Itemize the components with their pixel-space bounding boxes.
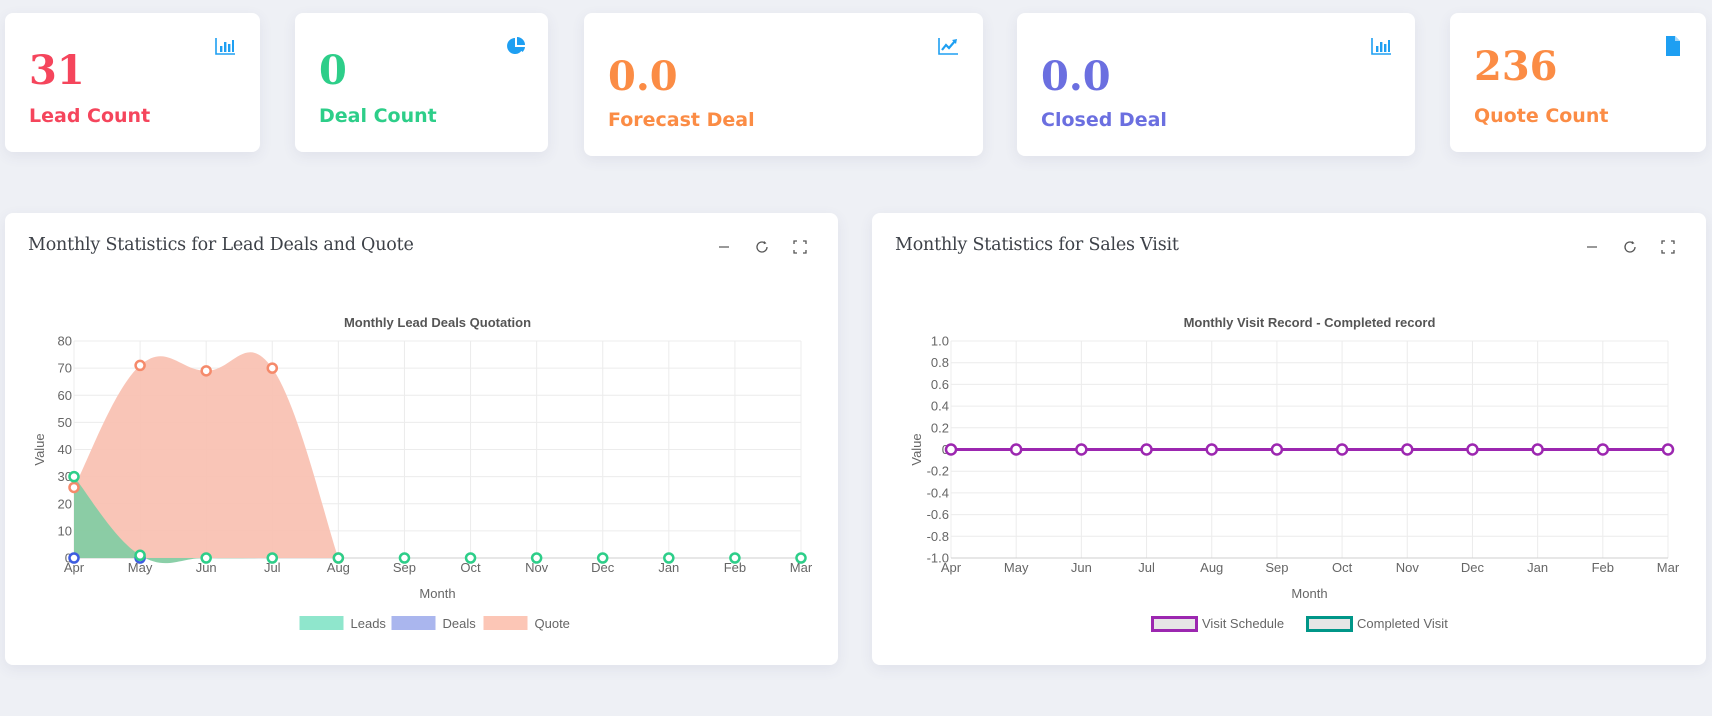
x-tick-label: Sep	[1265, 560, 1288, 575]
y-tick-label: 10	[58, 523, 72, 538]
data-point-leads	[530, 552, 543, 564]
x-tick-label: Nov	[1396, 560, 1420, 575]
y-tick-label: 0.2	[931, 420, 949, 435]
data-point-deals	[68, 552, 80, 564]
y-tick-label: -0.4	[927, 485, 949, 500]
stat-label: Lead Count	[29, 105, 151, 127]
line-chart-icon	[937, 35, 959, 57]
data-point-leads	[464, 552, 477, 564]
stat-value: 0.0	[608, 53, 678, 100]
stat-value: 236	[1474, 43, 1558, 90]
x-tick-label: Jun	[1071, 560, 1092, 575]
x-tick-label: Feb	[1592, 560, 1614, 575]
bar-chart-icon	[214, 35, 236, 57]
legend-label: Completed Visit	[1357, 616, 1448, 631]
panel-lead-deals-quote: Monthly Statistics for Lead Deals and Qu…	[5, 213, 838, 665]
stat-card-quote-count: 236 Quote Count	[1450, 13, 1706, 152]
data-point-visit	[1140, 443, 1153, 456]
stat-label: Quote Count	[1474, 105, 1609, 127]
pie-chart-icon	[505, 35, 527, 57]
stat-value: 0.0	[1041, 53, 1111, 100]
legend-swatch-leads	[299, 616, 344, 630]
y-tick-label: 0.4	[931, 399, 949, 414]
stat-value: 0	[319, 47, 347, 94]
x-tick-label: Dec	[1461, 560, 1485, 575]
data-point-leads	[68, 470, 80, 483]
stat-value: 31	[29, 47, 85, 94]
x-tick-label: Jul	[1138, 560, 1155, 575]
data-point-visit	[1270, 443, 1284, 456]
data-point-visit	[1075, 443, 1088, 456]
stat-card-forecast-deal: 0.0 Forecast Deal	[584, 13, 983, 156]
data-point-visit	[1466, 443, 1479, 456]
x-tick-label: Mar	[1657, 560, 1680, 575]
data-point-quote	[134, 359, 146, 372]
data-point-visit	[1531, 443, 1544, 456]
data-point-quote	[266, 362, 279, 374]
y-tick-label: 60	[58, 388, 72, 403]
legend-label: Deals	[443, 616, 477, 631]
stat-label: Closed Deal	[1041, 109, 1167, 131]
x-tick-label: May	[1004, 560, 1029, 575]
x-tick-label: Aug	[1200, 560, 1223, 575]
legend-swatch-deals	[391, 616, 436, 630]
y-tick-label: 0.8	[931, 355, 949, 370]
data-point-quote	[200, 365, 212, 377]
y-tick-label: -0.6	[927, 507, 949, 522]
stat-label: Forecast Deal	[608, 109, 755, 131]
data-point-visit	[1009, 443, 1023, 456]
legend-swatch-quote	[483, 616, 528, 630]
stat-card-closed-deal: 0.0 Closed Deal	[1017, 13, 1415, 156]
data-point-leads	[332, 552, 345, 564]
legend-swatch-visit-schedule	[1151, 616, 1198, 632]
file-icon	[1662, 35, 1684, 57]
stat-label: Deal Count	[319, 105, 437, 127]
bar-chart-icon	[1370, 35, 1392, 57]
sales-visit-chart: Monthly Visit Record - Completed record -…	[909, 315, 1680, 632]
x-tick-label: Jan	[1527, 560, 1548, 575]
x-axis-label: Month	[1291, 586, 1327, 601]
y-axis-label: Value	[909, 433, 924, 465]
chart-title: Monthly Visit Record - Completed record	[1184, 315, 1436, 330]
legend-label: Visit Schedule	[1202, 616, 1284, 631]
stat-card-lead-count: 31 Lead Count	[5, 13, 260, 152]
y-tick-label: 50	[58, 415, 72, 430]
data-point-leads	[729, 552, 741, 564]
y-tick-label: 40	[58, 442, 72, 457]
stat-card-deal-count: 0 Deal Count	[295, 13, 548, 152]
y-tick-label: -0.2	[927, 464, 949, 479]
data-point-visit	[1335, 443, 1349, 456]
legend-label: Quote	[535, 616, 570, 631]
data-point-visit	[1205, 443, 1218, 456]
x-tick-label: Oct	[1332, 560, 1353, 575]
data-point-leads	[134, 549, 146, 562]
legend-swatch-completed-visit	[1306, 616, 1353, 632]
lead-deals-quote-chart: Monthly Lead Deals Quotation010203040506…	[32, 315, 813, 631]
data-point-visit	[1596, 443, 1610, 456]
data-point-visit	[1661, 443, 1675, 456]
y-tick-label: 70	[58, 361, 72, 376]
y-tick-label: -0.8	[927, 529, 949, 544]
x-axis-label: Month	[419, 586, 455, 601]
data-point-leads	[266, 552, 279, 564]
data-point-quote	[68, 481, 80, 494]
data-point-visit	[1401, 443, 1414, 456]
data-point-visit	[944, 443, 958, 456]
panel-sales-visit: Monthly Statistics for Sales Visit Month…	[872, 213, 1706, 665]
series-area-quote	[74, 352, 339, 558]
y-tick-label: 80	[58, 334, 72, 349]
data-point-leads	[795, 552, 807, 564]
y-tick-label: 1.0	[931, 334, 949, 349]
y-tick-label: 0.6	[931, 377, 949, 392]
x-tick-label: Apr	[941, 560, 962, 575]
data-point-leads	[663, 552, 675, 564]
legend-label: Leads	[351, 616, 387, 631]
y-tick-label: 20	[58, 496, 72, 511]
data-point-leads	[200, 552, 212, 564]
chart-title: Monthly Lead Deals Quotation	[344, 315, 531, 330]
data-point-leads	[398, 552, 411, 564]
data-point-leads	[596, 552, 609, 564]
y-axis-label: Value	[32, 433, 47, 465]
